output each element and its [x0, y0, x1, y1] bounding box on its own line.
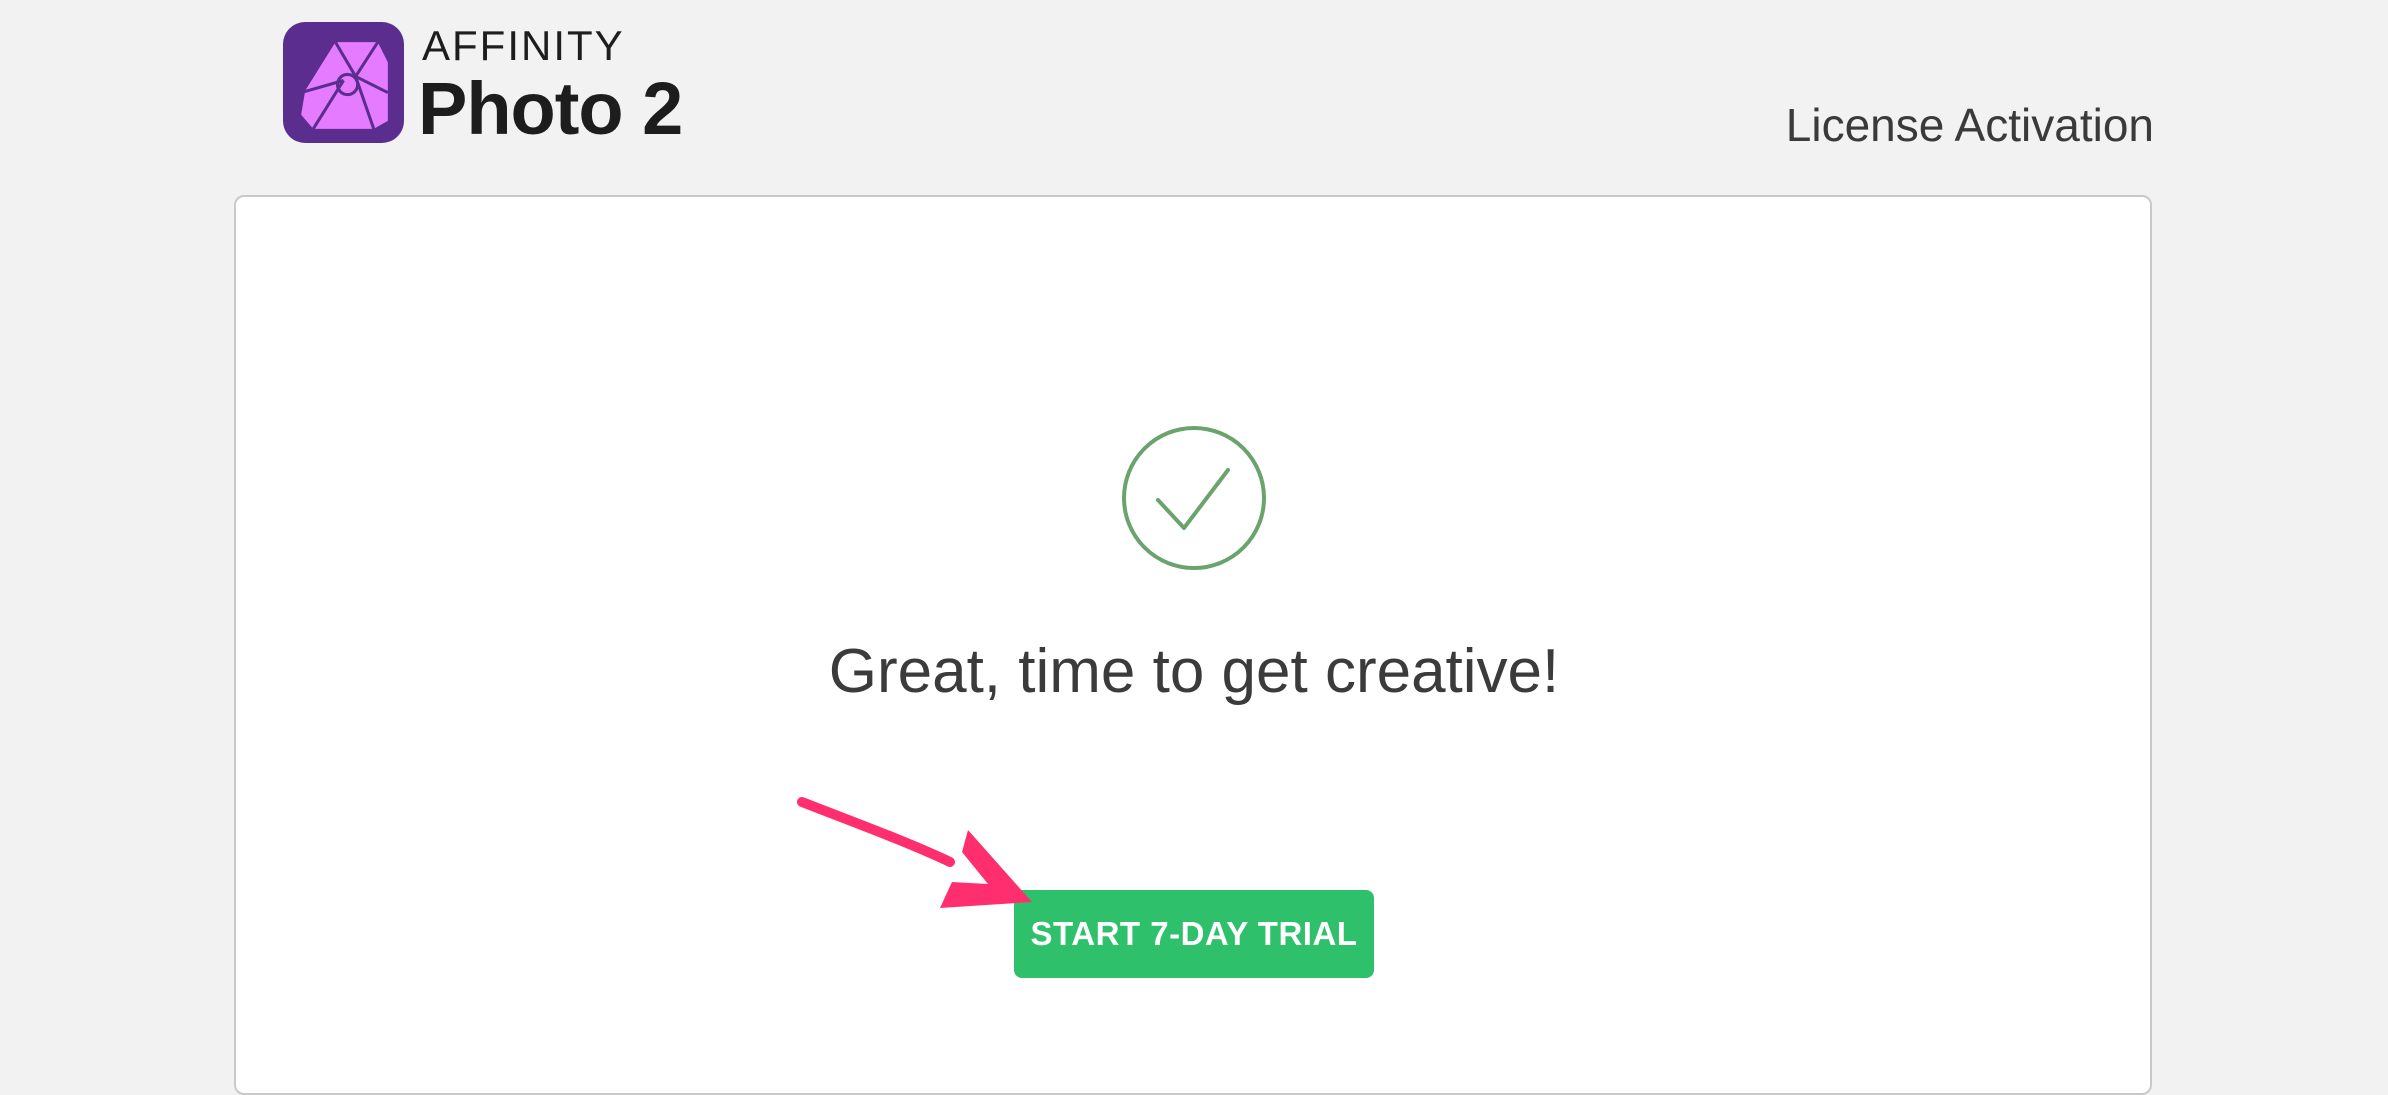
affinity-photo-logo-icon — [283, 22, 404, 143]
page-title: License Activation — [1785, 99, 2154, 151]
pointer-arrow-icon — [797, 797, 1032, 908]
brand-name: AFFINITY — [422, 22, 625, 69]
checkmark-circle-icon — [1122, 426, 1266, 570]
product-name: Photo 2 — [418, 67, 683, 150]
start-trial-button[interactable]: START 7-DAY TRIAL — [1014, 890, 1374, 978]
success-message: Great, time to get creative! — [828, 637, 1560, 706]
app-header: AFFINITY Photo 2 License Activation — [0, 0, 2388, 195]
